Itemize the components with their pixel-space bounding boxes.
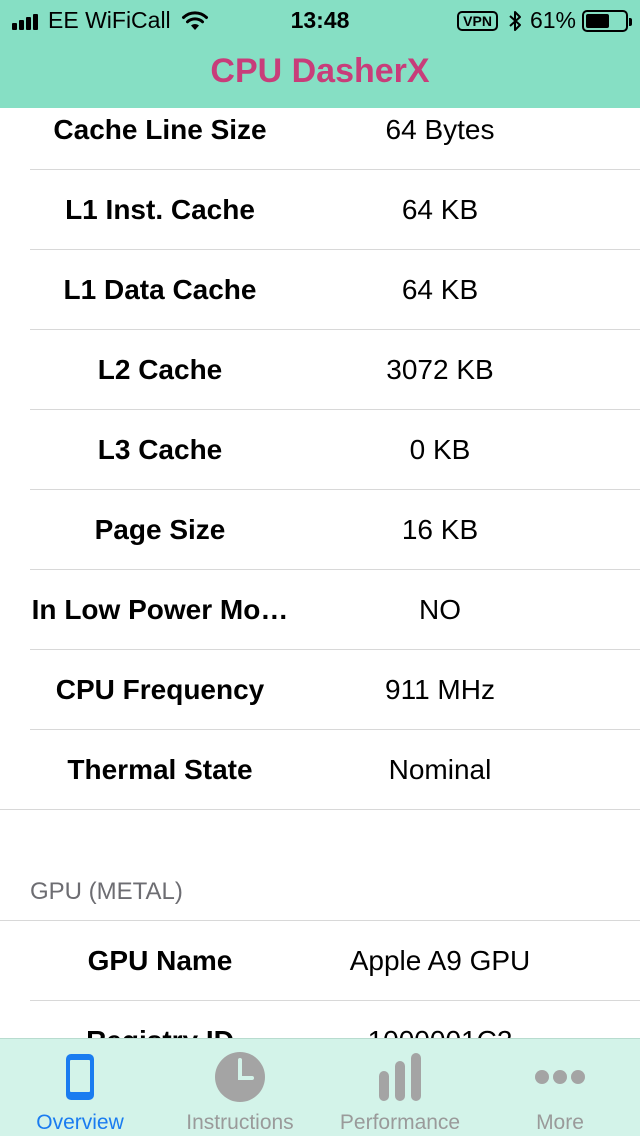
tab-instructions[interactable]: Instructions: [160, 1039, 320, 1136]
row-value: 1000001C2: [320, 1001, 560, 1038]
table-row: L1 Data Cache 64 KB: [0, 250, 640, 330]
vpn-badge: VPN: [457, 10, 498, 31]
tab-label: Overview: [36, 1111, 124, 1134]
row-value: 3072 KB: [386, 354, 494, 385]
row-value: Apple A9 GPU: [349, 945, 531, 976]
table-row: Thermal State Nominal: [0, 730, 640, 810]
row-value: 16 KB: [401, 514, 479, 545]
row-value: 64 Bytes: [385, 114, 495, 145]
row-value: Nominal: [388, 754, 492, 785]
row-label: Page Size: [94, 514, 226, 545]
row-label: CPU Frequency: [55, 674, 265, 705]
table-row: Cache Line Size 64 Bytes: [0, 108, 640, 170]
more-dots-icon: [535, 1070, 585, 1084]
row-value: NO: [419, 594, 461, 625]
row-label: L2 Cache: [97, 354, 223, 385]
section-header-gpu: GPU (METAL): [30, 878, 183, 905]
row-label: L1 Data Cache: [63, 274, 257, 305]
app-header: EE WiFiCall 13:48 VPN 61% CPU DasherX: [0, 0, 640, 108]
table-row: CPU Frequency 911 MHz: [0, 650, 640, 730]
tab-label: Performance: [339, 1111, 461, 1134]
row-label: Cache Line Size: [53, 114, 267, 145]
row-label: GPU Name: [87, 945, 233, 976]
tab-more[interactable]: More: [480, 1039, 640, 1136]
table-row: Registry ID 1000001C2: [0, 1001, 640, 1038]
tab-overview[interactable]: Overview: [0, 1039, 160, 1136]
table-row: Page Size 16 KB: [0, 490, 640, 570]
info-list[interactable]: Cache Line Size 64 Bytes L1 Inst. Cache …: [0, 108, 640, 1038]
bar-chart-icon: [379, 1053, 421, 1101]
tab-label: More: [536, 1111, 584, 1134]
tab-bar: Overview Instructions Performance More: [0, 1038, 640, 1136]
clock-icon: [215, 1052, 265, 1102]
row-label: In Low Power Mo…: [31, 594, 289, 625]
table-row: GPU Name Apple A9 GPU: [0, 921, 640, 1001]
row-label: Thermal State: [67, 754, 253, 785]
row-value: 64 KB: [401, 194, 479, 225]
table-row: In Low Power Mo… NO: [0, 570, 640, 650]
row-label: L3 Cache: [97, 434, 223, 465]
battery-icon: [582, 9, 632, 32]
row-value: 911 MHz: [385, 674, 495, 705]
tab-label: Instructions: [186, 1111, 294, 1134]
row-label: Registry ID: [0, 1001, 320, 1038]
table-row: L1 Inst. Cache 64 KB: [0, 170, 640, 250]
table-row: L2 Cache 3072 KB: [0, 330, 640, 410]
phone-icon: [66, 1054, 94, 1100]
row-label: L1 Inst. Cache: [65, 194, 255, 225]
battery-percent: 61%: [529, 7, 576, 33]
bluetooth-icon: [509, 10, 521, 31]
table-row: L3 Cache 0 KB: [0, 410, 640, 490]
app-title: CPU DasherX: [210, 52, 430, 90]
row-value: 0 KB: [409, 434, 471, 465]
tab-performance[interactable]: Performance: [320, 1039, 480, 1136]
row-value: 64 KB: [401, 274, 479, 305]
status-bar: EE WiFiCall 13:48 VPN 61%: [0, 0, 640, 40]
